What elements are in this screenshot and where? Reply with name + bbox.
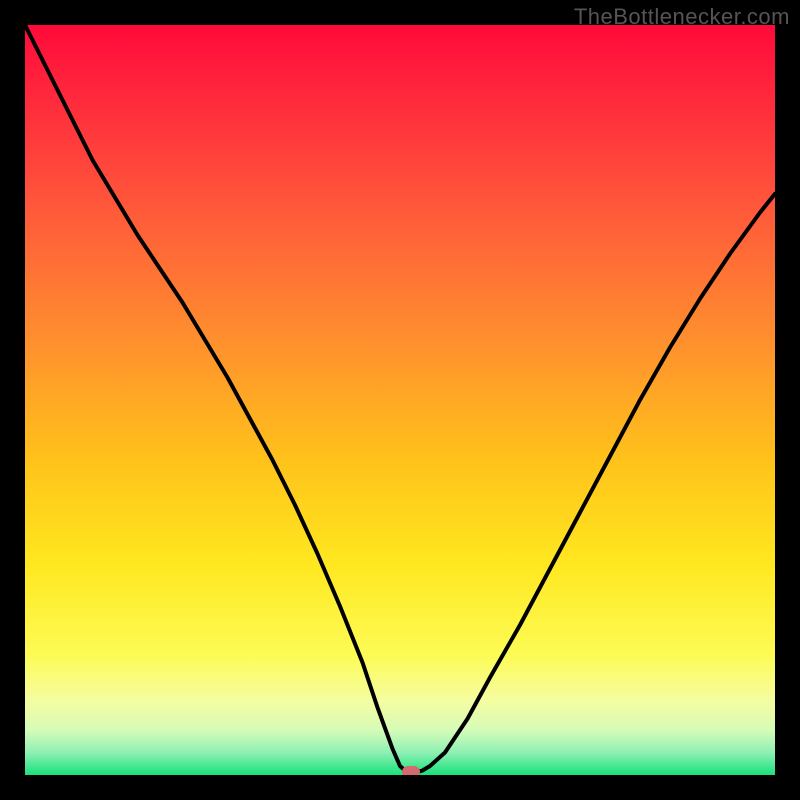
optimal-point-marker (402, 766, 420, 775)
bottleneck-curve (25, 25, 775, 775)
watermark-text: TheBottlenecker.com (574, 4, 790, 30)
chart-container: TheBottlenecker.com (0, 0, 800, 800)
plot-area (25, 25, 775, 775)
